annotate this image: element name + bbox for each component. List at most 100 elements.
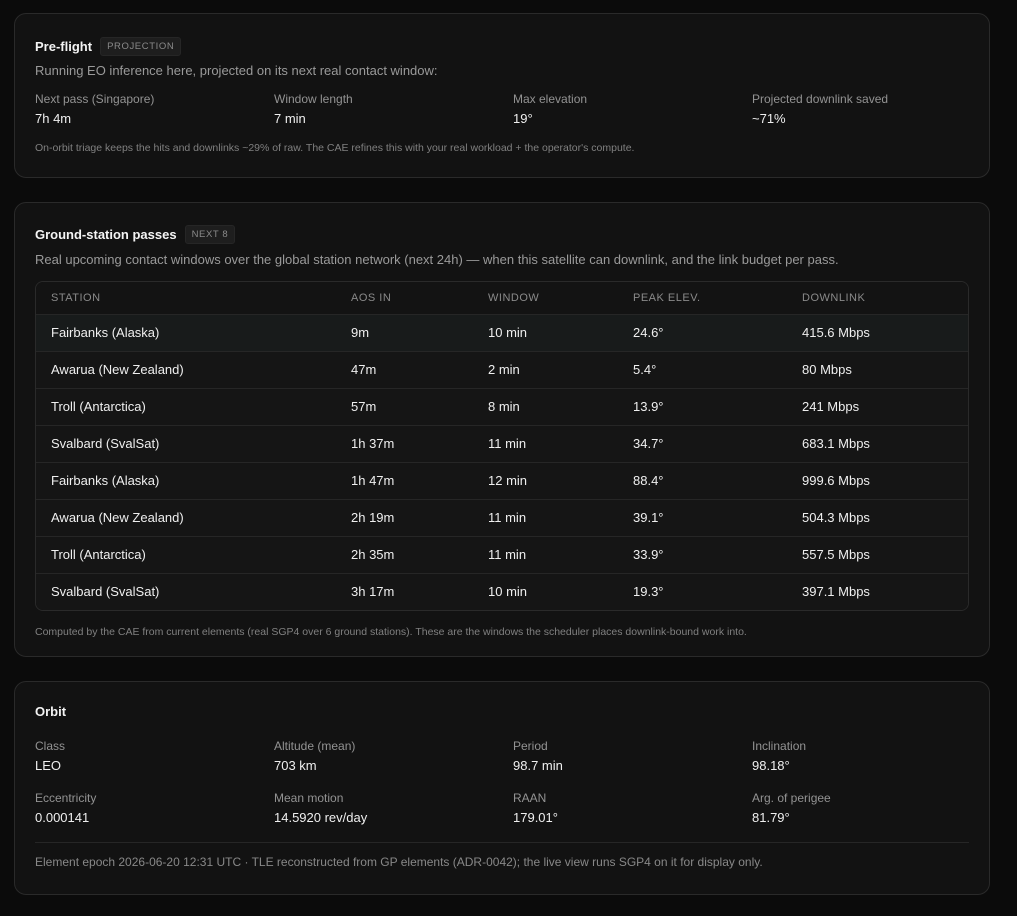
cell-aos-in: 2h 35m <box>336 535 473 573</box>
passes-title: Ground-station passes <box>35 227 177 242</box>
stat-value: 7 min <box>274 111 306 126</box>
cell-peak-elev: 24.6° <box>618 314 787 351</box>
stat-value: 703 km <box>274 758 317 773</box>
passes-table-body: Fairbanks (Alaska) 9m 10 min 24.6° 415.6 Mbp… <box>36 314 968 610</box>
cell-station: Troll (Antarctica) <box>36 535 336 573</box>
cell-window: 11 min <box>473 498 618 536</box>
table-row: Awarua (New Zealand) 47m 2 min 5.4° 80 Mbps <box>36 350 968 388</box>
stat-window-length: Window length 7 min <box>274 92 513 126</box>
column-header-window: WINDOW <box>473 282 618 315</box>
stat-value: LEO <box>35 758 62 773</box>
preflight-header: Pre-flight PROJECTION <box>35 37 969 56</box>
passes-table-container: STATION AOS IN WINDOW PEAK ELEV. DOWNLIN… <box>35 281 969 611</box>
cell-peak-elev: 34.7° <box>618 424 787 462</box>
orbit-card: Orbit Class LEO Altitude (mean) 703 km P… <box>14 681 990 895</box>
cell-aos-in: 1h 47m <box>336 461 473 499</box>
cell-downlink: 999.6 Mbps <box>787 461 968 499</box>
cell-window: 2 min <box>473 350 618 388</box>
orbit-stats-row: Class LEO Altitude (mean) 703 km Period … <box>35 739 969 773</box>
cell-downlink: 683.1 Mbps <box>787 424 968 462</box>
cell-aos-in: 1h 37m <box>336 424 473 462</box>
stat-label: Altitude (mean) <box>274 739 356 753</box>
passes-card: Ground-station passes NEXT 8 Real upcomi… <box>14 202 990 657</box>
stat-label: Window length <box>274 92 353 106</box>
column-header-station: STATION <box>36 282 336 315</box>
divider <box>35 842 969 843</box>
cell-station: Fairbanks (Alaska) <box>36 461 336 499</box>
stat-label: Max elevation <box>513 92 588 106</box>
stat-eccentricity: Eccentricity 0.000141 <box>35 791 274 825</box>
table-row: Svalbard (SvalSat) 3h 17m 10 min 19.3° 397.1… <box>36 572 968 610</box>
stat-raan: RAAN 179.01° <box>513 791 752 825</box>
stat-class: Class LEO <box>35 739 274 773</box>
cell-downlink: 80 Mbps <box>787 350 968 388</box>
passes-subtitle: Real upcoming contact windows over the g… <box>35 252 839 267</box>
cell-peak-elev: 33.9° <box>618 535 787 573</box>
table-row: Awarua (New Zealand) 2h 19m 11 min 39.1° 504… <box>36 498 968 536</box>
stat-value: 179.01° <box>513 810 558 825</box>
stat-value: 98.7 min <box>513 758 563 773</box>
stat-period: Period 98.7 min <box>513 739 752 773</box>
cell-station: Troll (Antarctica) <box>36 387 336 425</box>
passes-header: Ground-station passes NEXT 8 <box>35 225 969 244</box>
table-row: Troll (Antarctica) 2h 35m 11 min 33.9° 557.5… <box>36 535 968 573</box>
cell-peak-elev: 13.9° <box>618 387 787 425</box>
cell-station: Svalbard (SvalSat) <box>36 424 336 462</box>
stat-label: Arg. of perigee <box>752 791 831 805</box>
cell-window: 12 min <box>473 461 618 499</box>
column-header-peak-elev: PEAK ELEV. <box>618 282 787 315</box>
stat-value: 0.000141 <box>35 810 90 825</box>
stat-arg-perigee: Arg. of perigee 81.79° <box>752 791 991 825</box>
orbit-title: Orbit <box>35 704 67 719</box>
cell-aos-in: 57m <box>336 387 473 425</box>
cell-window: 10 min <box>473 314 618 351</box>
orbit-stats-row: Eccentricity 0.000141 Mean motion 14.592… <box>35 791 969 825</box>
cell-aos-in: 2h 19m <box>336 498 473 536</box>
cell-peak-elev: 5.4° <box>618 350 787 388</box>
preflight-title: Pre-flight <box>35 39 93 54</box>
table-row: Troll (Antarctica) 57m 8 min 13.9° 241 Mbps <box>36 387 968 425</box>
column-header-downlink: DOWNLINK <box>787 282 968 315</box>
cell-station: Awarua (New Zealand) <box>36 350 336 388</box>
passes-note: Computed by the CAE from current element… <box>35 626 747 638</box>
cell-station: Fairbanks (Alaska) <box>36 314 336 351</box>
preflight-subtitle: Running EO inference here, projected on … <box>35 63 438 78</box>
preflight-card: Pre-flight PROJECTION Running EO inferen… <box>14 13 990 178</box>
cell-peak-elev: 39.1° <box>618 498 787 536</box>
stat-altitude: Altitude (mean) 703 km <box>274 739 513 773</box>
stat-value: 19° <box>513 111 533 126</box>
orbit-header: Orbit <box>35 704 969 719</box>
cell-window: 11 min <box>473 535 618 573</box>
stat-label: Next pass (Singapore) <box>35 92 155 106</box>
cell-downlink: 397.1 Mbps <box>787 572 968 610</box>
element-epoch-note: Element epoch 2026-06-20 12:31 UTC · TLE… <box>35 855 763 869</box>
stat-label: Eccentricity <box>35 791 97 805</box>
preflight-stats: Next pass (Singapore) 7h 4m Window lengt… <box>35 92 969 126</box>
passes-table: STATION AOS IN WINDOW PEAK ELEV. DOWNLIN… <box>36 282 968 610</box>
preflight-note: On-orbit triage keeps the hits and downl… <box>35 142 635 154</box>
table-row: Svalbard (SvalSat) 1h 37m 11 min 34.7° 683.1… <box>36 424 968 462</box>
table-header-row: STATION AOS IN WINDOW PEAK ELEV. DOWNLIN… <box>36 282 968 315</box>
stat-downlink-saved: Projected downlink saved ~71% <box>752 92 991 126</box>
stat-max-elevation: Max elevation 19° <box>513 92 752 126</box>
next-count-badge: NEXT 8 <box>184 225 236 244</box>
cell-aos-in: 47m <box>336 350 473 388</box>
cell-station: Svalbard (SvalSat) <box>36 572 336 610</box>
stat-value: 14.5920 rev/day <box>274 810 368 825</box>
cell-window: 8 min <box>473 387 618 425</box>
stat-label: Projected downlink saved <box>752 92 889 106</box>
stat-label: Period <box>513 739 548 753</box>
cell-downlink: 241 Mbps <box>787 387 968 425</box>
table-row: Fairbanks (Alaska) 9m 10 min 24.6° 415.6 Mbp… <box>36 314 968 351</box>
cell-aos-in: 9m <box>336 314 473 351</box>
stat-label: Class <box>35 739 66 753</box>
cell-window: 11 min <box>473 424 618 462</box>
stat-next-pass: Next pass (Singapore) 7h 4m <box>35 92 274 126</box>
stat-value: 81.79° <box>752 810 790 825</box>
cell-downlink: 504.3 Mbps <box>787 498 968 536</box>
cell-downlink: 415.6 Mbps <box>787 314 968 351</box>
column-header-aos: AOS IN <box>336 282 473 315</box>
stat-label: Mean motion <box>274 791 344 805</box>
stat-value: 7h 4m <box>35 111 72 126</box>
cell-downlink: 557.5 Mbps <box>787 535 968 573</box>
